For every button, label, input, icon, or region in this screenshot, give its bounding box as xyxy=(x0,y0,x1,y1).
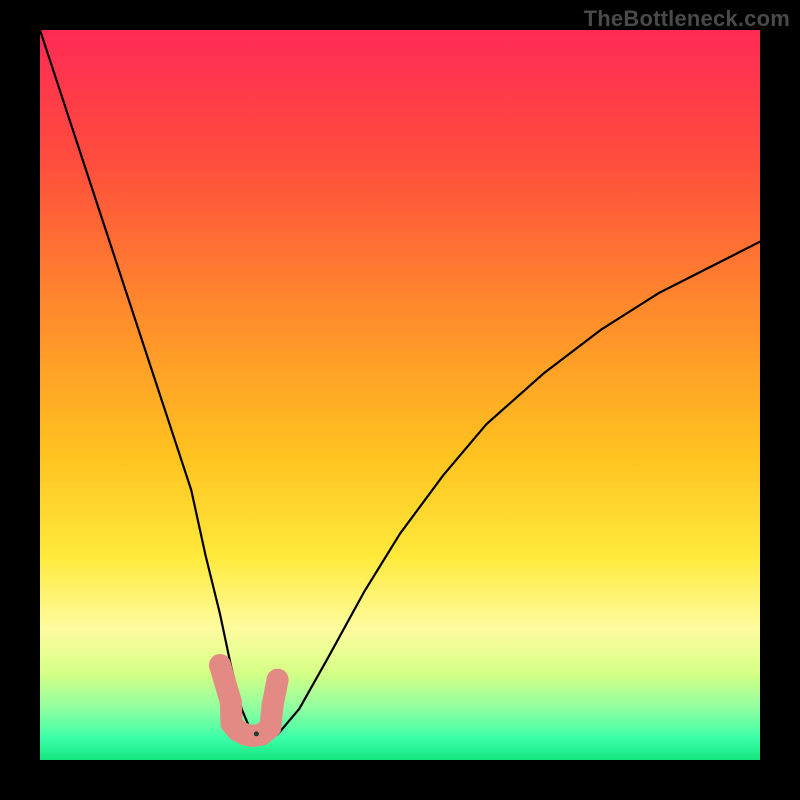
gradient-background xyxy=(40,30,760,760)
plot-area xyxy=(40,30,760,760)
watermark-text: TheBottleneck.com xyxy=(584,6,790,32)
marker-dot xyxy=(209,654,231,676)
marker-dot xyxy=(259,716,281,738)
marker-dot xyxy=(220,691,242,713)
marker-dot xyxy=(267,669,289,691)
chart-canvas xyxy=(40,30,760,760)
chart-frame: TheBottleneck.com xyxy=(0,0,800,800)
marker-dot xyxy=(262,694,284,716)
min-point-dot xyxy=(254,731,259,736)
